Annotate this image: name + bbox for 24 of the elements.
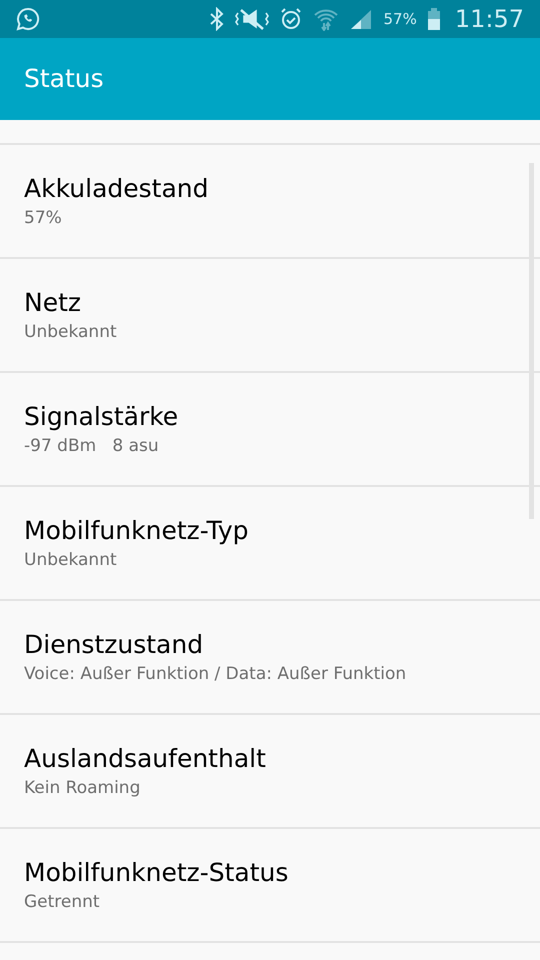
mute-vibrate-icon bbox=[235, 7, 270, 31]
battery-percentage: 57% bbox=[383, 8, 417, 30]
row-value: Unbekannt bbox=[24, 321, 118, 344]
signal-icon bbox=[349, 7, 374, 31]
wifi-icon bbox=[313, 7, 340, 31]
app-bar-title: Status bbox=[24, 63, 104, 96]
row-title: Netz bbox=[24, 287, 82, 319]
row-title: Akkuladestand bbox=[24, 173, 210, 205]
row-title: Dienstzustand bbox=[24, 629, 204, 661]
row-title: Signalstärke bbox=[24, 401, 180, 433]
alarm-clock-icon bbox=[279, 7, 304, 31]
row-title: Mobilfunknetz-Status bbox=[24, 857, 290, 889]
row-value: Getrennt bbox=[24, 891, 101, 914]
row-value: Voice: Außer Funktion / Data: Außer Funktion bbox=[24, 663, 408, 686]
row-title: Auslandsaufenthalt bbox=[24, 743, 267, 775]
row-value: -97 dBm 8 asu bbox=[24, 435, 160, 458]
row-value: Unbekannt bbox=[24, 549, 118, 572]
bluetooth-icon bbox=[209, 7, 226, 31]
row-value: Kein Roaming bbox=[24, 777, 142, 800]
battery-icon bbox=[426, 7, 441, 31]
row-value: 57% bbox=[24, 207, 63, 230]
clock-time: 11:57 bbox=[454, 4, 524, 35]
row-title: Mobilfunknetz-Typ bbox=[24, 515, 250, 547]
chat-bubble-icon bbox=[16, 7, 40, 31]
